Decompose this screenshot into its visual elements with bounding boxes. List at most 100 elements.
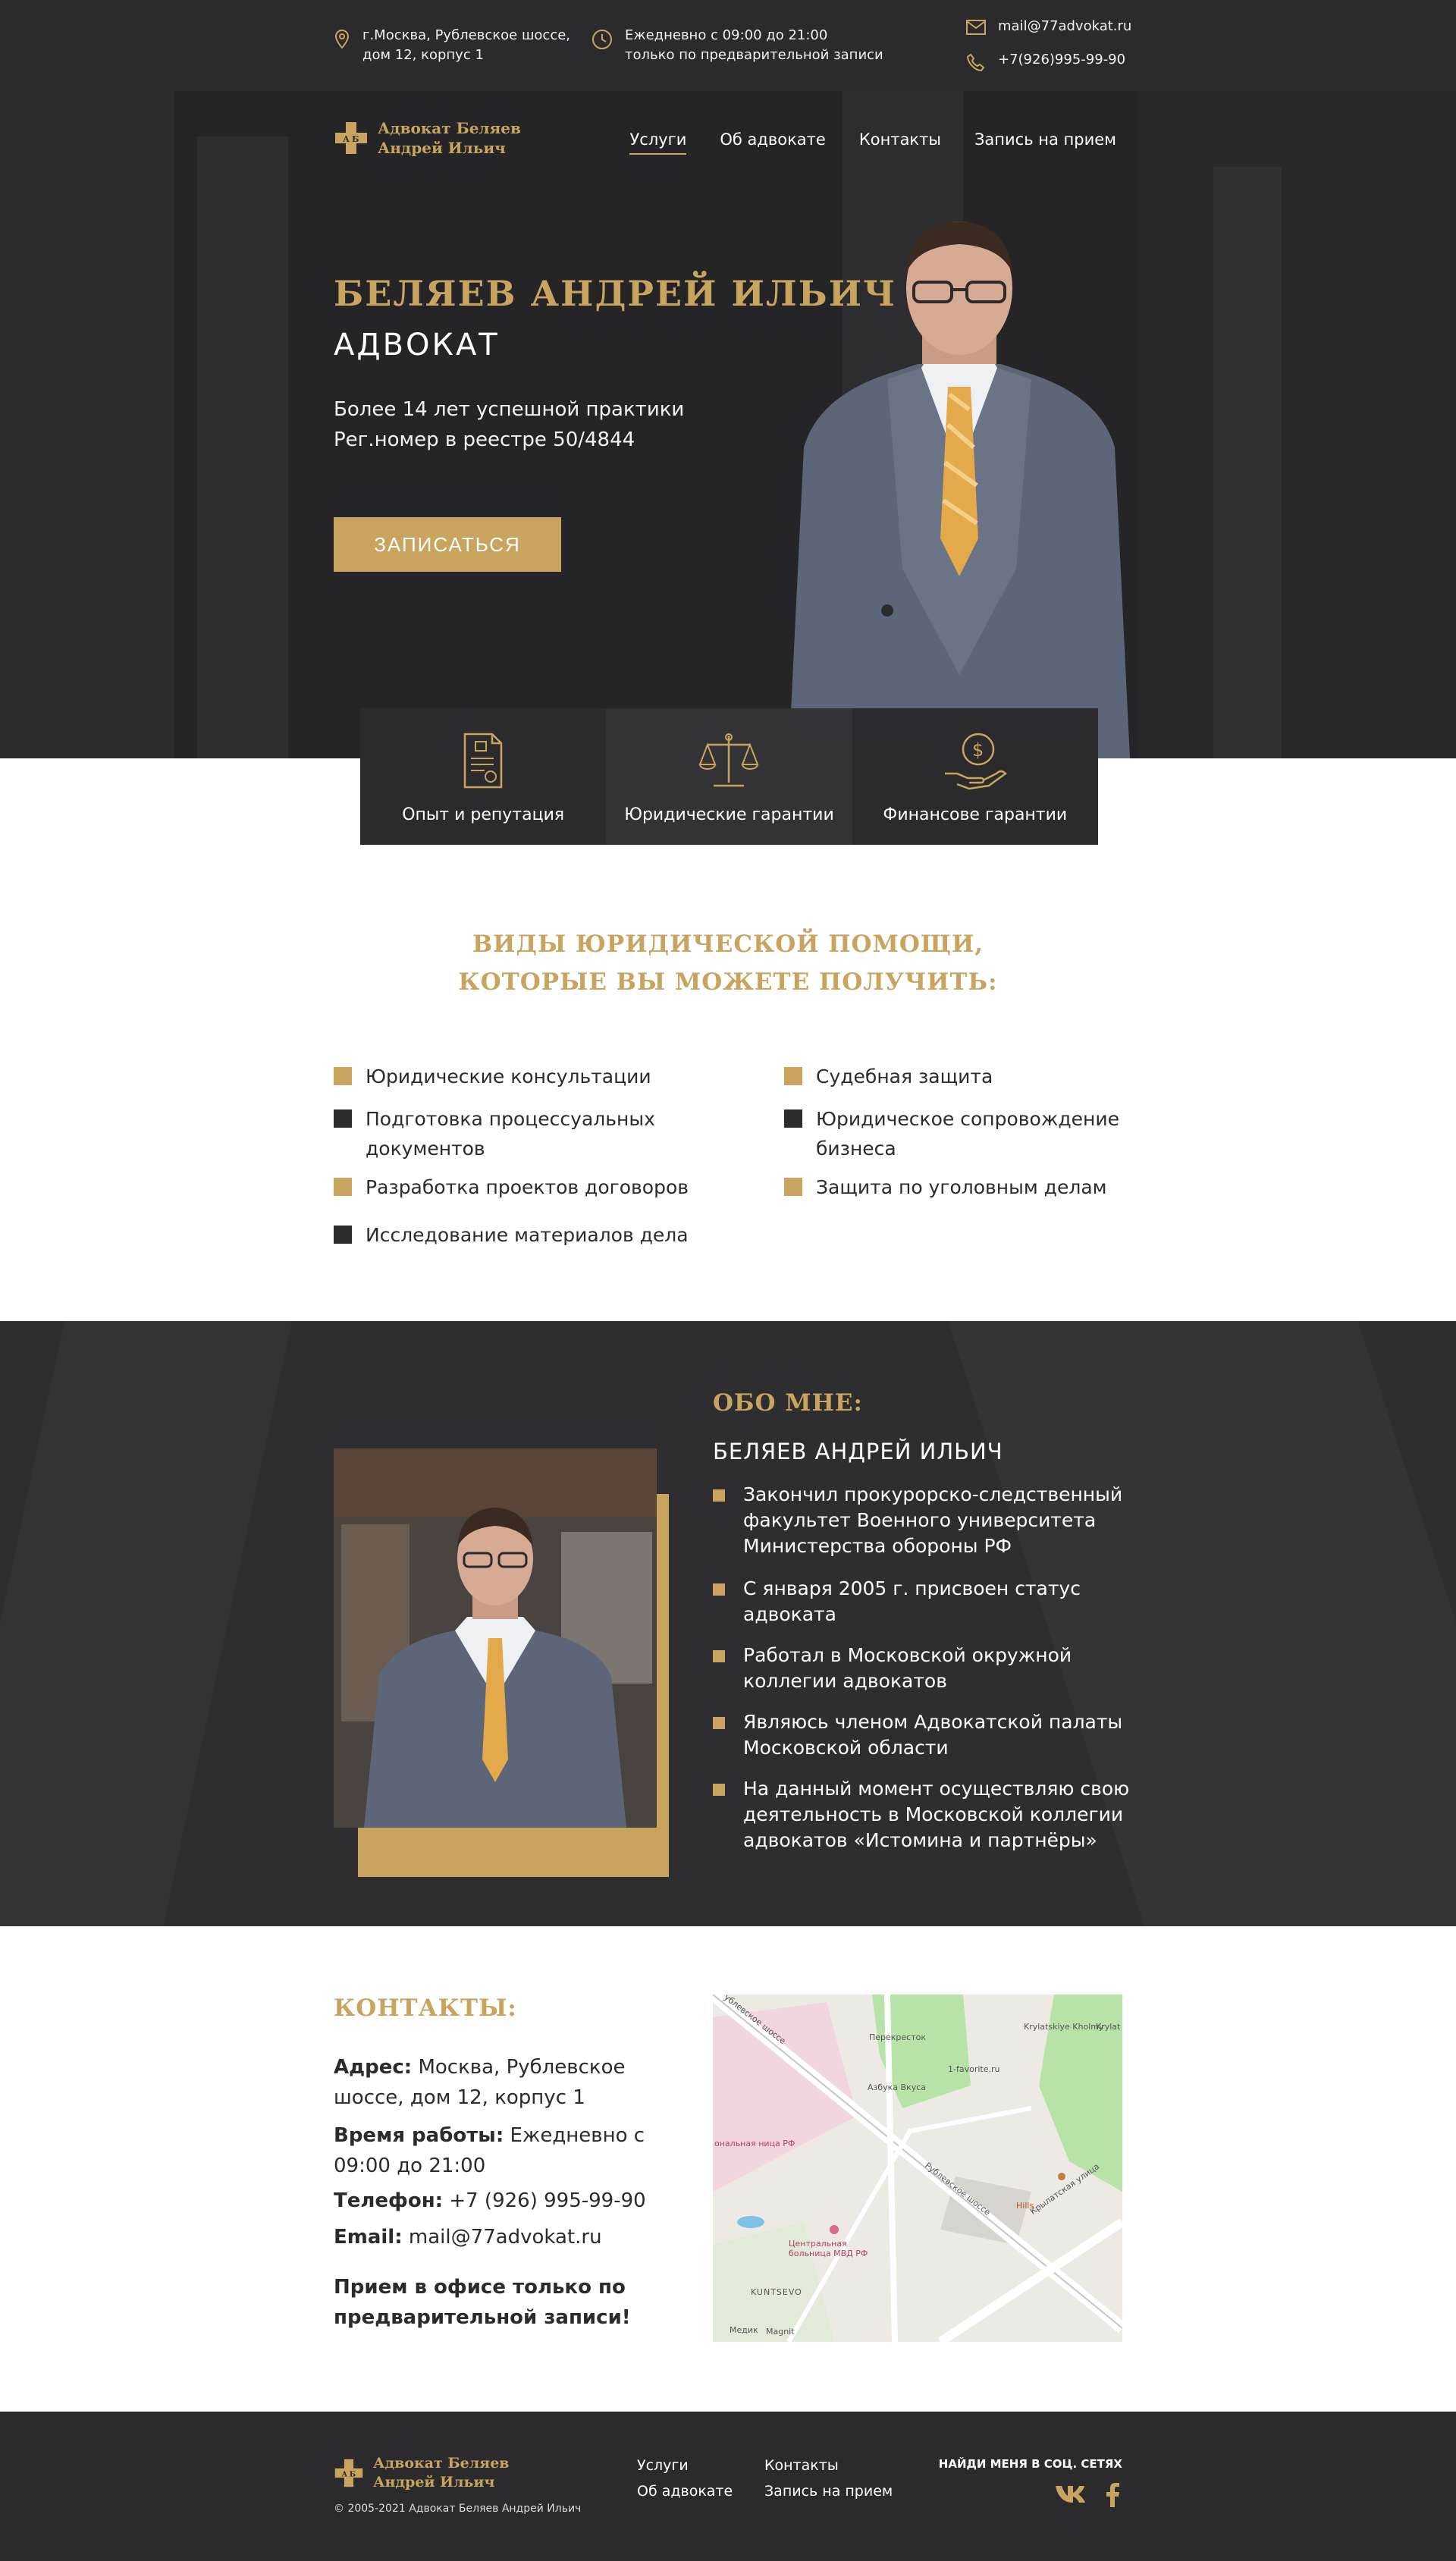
gold-square-icon (784, 1067, 802, 1085)
signup-button[interactable]: ЗАПИСАТЬСЯ (334, 517, 561, 572)
map-label: Krylat Comple (1096, 2022, 1122, 2032)
hero-bg-building (1138, 91, 1456, 758)
topbar-email[interactable]: mail@77advokat.ru (966, 17, 1131, 36)
gold-square-icon (713, 1583, 725, 1596)
services-title-line1: ВИДЫ ЮРИДИЧЕСКОЙ ПОМОЩИ, (472, 931, 984, 958)
gold-square-icon (334, 1067, 352, 1085)
map-label: Медик (730, 2325, 758, 2335)
services-title: ВИДЫ ЮРИДИЧЕСКОЙ ПОМОЩИ, КОТОРЫЕ ВЫ МОЖЕ… (0, 925, 1456, 1001)
about-photo (334, 1448, 657, 1828)
logo-cross-icon: АБ (334, 121, 369, 155)
service-item: Юридическое сопровождение бизнеса (784, 1104, 1133, 1163)
about-item: Являюсь членом Адвокатской палаты Москов… (713, 1709, 1138, 1761)
service-item: Защита по уголовным делам (784, 1172, 1178, 1202)
about-section: ОБО МНЕ: БЕЛЯЕВ АНДРЕЙ ИЛЬИЧ Закончил пр… (0, 1321, 1456, 1926)
service-label: Подготовка процессуальных документов (366, 1108, 655, 1160)
feature-finance: $ Финансове гарантии (852, 708, 1098, 845)
contact-hours: Время работы: Ежедневно с 09:00 до 21:00 (334, 2120, 690, 2181)
location-pin-icon (334, 29, 350, 50)
nav-services[interactable]: Услуги (629, 130, 687, 155)
service-label: Исследование материалов дела (366, 1224, 689, 1246)
copyright: © 2005-2021 Адвокат Беляев Андрей Ильич (334, 2503, 582, 2515)
contact-address-label: Адрес: (334, 2056, 413, 2079)
service-item: Юридические консультации (334, 1062, 728, 1091)
topbar-hours: Ежедневно с 09:00 до 21:00 только по пред… (592, 26, 883, 65)
header-logo[interactable]: АБ Адвокат Беляев Андрей Ильич (334, 118, 521, 158)
facebook-icon[interactable] (1106, 2483, 1119, 2510)
about-title: ОБО МНЕ: (713, 1389, 863, 1417)
map-label: Krylatskiye Kholmy (1024, 2022, 1104, 2032)
footer-nav-appointment[interactable]: Запись на прием (764, 2478, 893, 2504)
service-item: Разработка проектов договоров (334, 1172, 728, 1202)
map-label: Hills (1016, 2201, 1034, 2211)
about-item-text: Являюсь членом Адвокатской палаты Москов… (743, 1711, 1123, 1759)
about-item-text: На данный момент осуществляю свою деятел… (743, 1778, 1130, 1851)
about-item-text: Работал в Московской окружной коллегии а… (743, 1644, 1072, 1692)
phone-icon (966, 53, 986, 73)
money-hand-icon: $ (943, 731, 1007, 792)
feature-legal-label: Юридические гарантии (624, 805, 834, 824)
social-links (1054, 2483, 1119, 2510)
social-title: НАЙДИ МЕНЯ В СОЦ. СЕТЯХ (938, 2457, 1122, 2471)
hero-role: АДВОКАТ (334, 328, 500, 362)
footer-nav-about[interactable]: Об адвокате (637, 2478, 733, 2504)
about-item-text: Закончил прокурорско-следственный факуль… (743, 1483, 1123, 1557)
services-title-line2: КОТОРЫЕ ВЫ МОЖЕТЕ ПОЛУЧИТЬ: (458, 968, 998, 996)
contact-hours-label: Время работы: (334, 2124, 504, 2147)
svg-text:Б: Б (352, 134, 359, 144)
about-item-text: С января 2005 г. присвоен статус адвокат… (743, 1577, 1081, 1625)
gold-square-icon (334, 1178, 352, 1196)
footer-nav-services[interactable]: Услуги (637, 2453, 733, 2478)
topbar-email-text[interactable]: mail@77advokat.ru (998, 17, 1131, 36)
hero-bg-building (1213, 167, 1282, 758)
topbar-address: г.Москва, Рублевское шоссе, дом 12, корпу… (334, 26, 570, 65)
topbar-phone-text[interactable]: +7(926)995-99-90 (998, 50, 1125, 70)
gold-square-icon (713, 1650, 725, 1662)
logo-line1: Адвокат Беляев (378, 119, 521, 137)
about-item: Работал в Московской окружной коллегии а… (713, 1643, 1138, 1694)
footer-nav-col1: Услуги Об адвокате (637, 2453, 733, 2504)
svg-text:$: $ (972, 739, 984, 761)
map-label: Центральная больница МВД РФ (789, 2239, 868, 2258)
logo-line2: Андрей Ильич (378, 139, 506, 157)
service-item: Судебная защита (784, 1062, 1178, 1091)
gold-square-icon (713, 1717, 725, 1729)
dark-square-icon (334, 1226, 352, 1244)
map-label: KUNTSEVO (751, 2287, 802, 2297)
service-label: Защита по уголовным делам (816, 1176, 1107, 1198)
about-item: С января 2005 г. присвоен статус адвокат… (713, 1576, 1138, 1627)
feature-experience-label: Опыт и репутация (402, 805, 565, 824)
feature-experience: Опыт и репутация (360, 708, 607, 845)
contact-email-value[interactable]: mail@77advokat.ru (409, 2226, 602, 2249)
hero-description: Более 14 лет успешной практики Рег.номер… (334, 394, 684, 455)
footer-nav-contacts[interactable]: Контакты (764, 2453, 893, 2478)
gold-square-icon (713, 1784, 725, 1796)
hero-desc-line1: Более 14 лет успешной практики (334, 398, 685, 421)
service-item: Исследование материалов дела (334, 1220, 728, 1250)
gold-square-icon (713, 1489, 725, 1502)
map-label: Перекресток (869, 2032, 927, 2042)
footer-logo[interactable]: АБ Адвокат Беляев Андрей Ильич (334, 2454, 509, 2492)
nav-contacts[interactable]: Контакты (859, 130, 941, 155)
topbar-address-line1: г.Москва, Рублевское шоссе, (362, 27, 571, 43)
contact-phone-value[interactable]: +7 (926) 995-99-90 (449, 2189, 645, 2212)
contact-email-label: Email: (334, 2226, 403, 2249)
hero-desc-line2: Рег.номер в реестре 50/4844 (334, 428, 635, 451)
service-label: Юридическое сопровождение бизнеса (816, 1108, 1119, 1160)
topbar-hours-line2: только по предварительной записи (625, 47, 883, 63)
vk-icon[interactable] (1054, 2483, 1089, 2510)
footer-nav-col2: Контакты Запись на прием (764, 2453, 893, 2504)
lawyer-portrait (789, 220, 1130, 758)
hero-bg-building (197, 137, 288, 758)
gold-square-icon (784, 1178, 802, 1196)
nav-about[interactable]: Об адвокате (720, 130, 825, 155)
clock-icon (592, 29, 613, 50)
map-label: ональная ница РФ (714, 2139, 795, 2148)
nav-appointment[interactable]: Запись на прием (974, 130, 1116, 155)
contacts-title: КОНТАКТЫ: (334, 1995, 517, 2022)
topbar-phone[interactable]: +7(926)995-99-90 (966, 50, 1125, 73)
about-bg-building (0, 1321, 292, 1926)
mail-icon (966, 20, 986, 35)
contact-phone-label: Телефон: (334, 2189, 444, 2212)
location-map[interactable]: Перекресток Krylatskiye Kholmy Krylat Co… (713, 1995, 1122, 2342)
